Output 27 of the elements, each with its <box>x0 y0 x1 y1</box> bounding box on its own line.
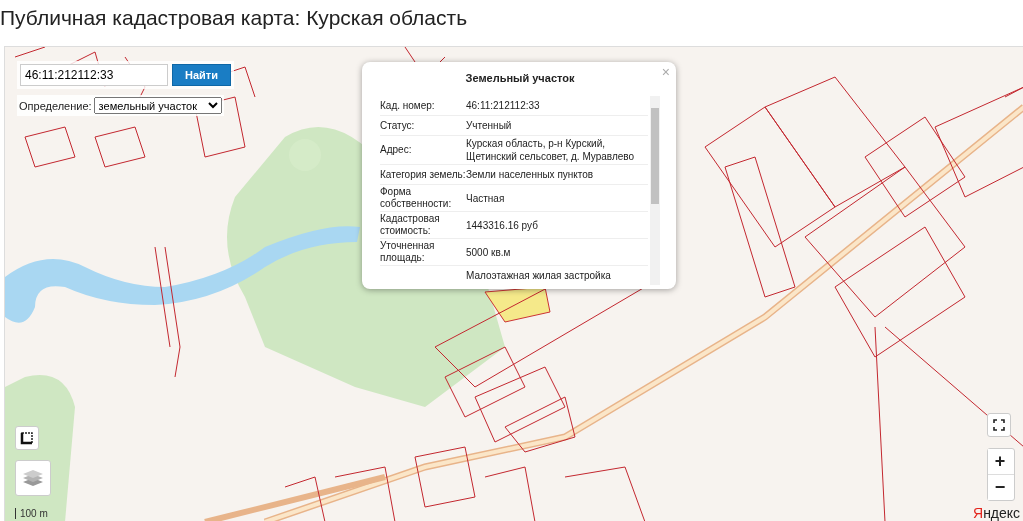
map-provider-logo: Яндекс <box>973 505 1021 521</box>
field-value: Земли населенных пунктов <box>466 168 595 181</box>
ruler-icon[interactable] <box>15 426 39 450</box>
popup-title: Земельный участок <box>465 72 575 84</box>
field-value: 5000 кв.м <box>466 245 512 259</box>
field-value: Учтенный <box>466 119 513 132</box>
field-label: Адрес: <box>380 144 413 156</box>
definition-label: Определение: <box>19 99 92 112</box>
field-label: Кад. номер: <box>380 99 436 112</box>
field-value: Частная <box>466 191 506 205</box>
scale-label: 100 m <box>15 508 48 519</box>
field-label: Категория земель: <box>380 168 466 181</box>
find-button[interactable]: Найти <box>172 64 231 86</box>
field-value: Малоэтажная жилая застройка <box>466 269 612 282</box>
definition-dropdown[interactable]: земельный участок <box>93 97 222 114</box>
page-title: Публичная кадастровая карта: Курская область <box>0 6 468 30</box>
field-value: Курская область, р-н Курский, Щетинский сельсовет, д. Муравлево <box>466 137 636 163</box>
field-value: 1443316.16 руб <box>466 218 539 232</box>
field-label: Кадастровая стоимость: <box>380 213 441 237</box>
field-label: Форма собственности: <box>380 186 453 210</box>
field-label: Статус: <box>380 119 416 132</box>
field-label: Уточненная площадь: <box>380 240 436 264</box>
search-field[interactable]: 46:11:212112:33 <box>20 64 168 86</box>
scrollbar[interactable] <box>650 96 660 285</box>
field-value: 46:11:212112:33 <box>466 99 541 112</box>
layers-icon[interactable] <box>15 460 51 496</box>
fullscreen-icon[interactable] <box>987 413 1011 437</box>
